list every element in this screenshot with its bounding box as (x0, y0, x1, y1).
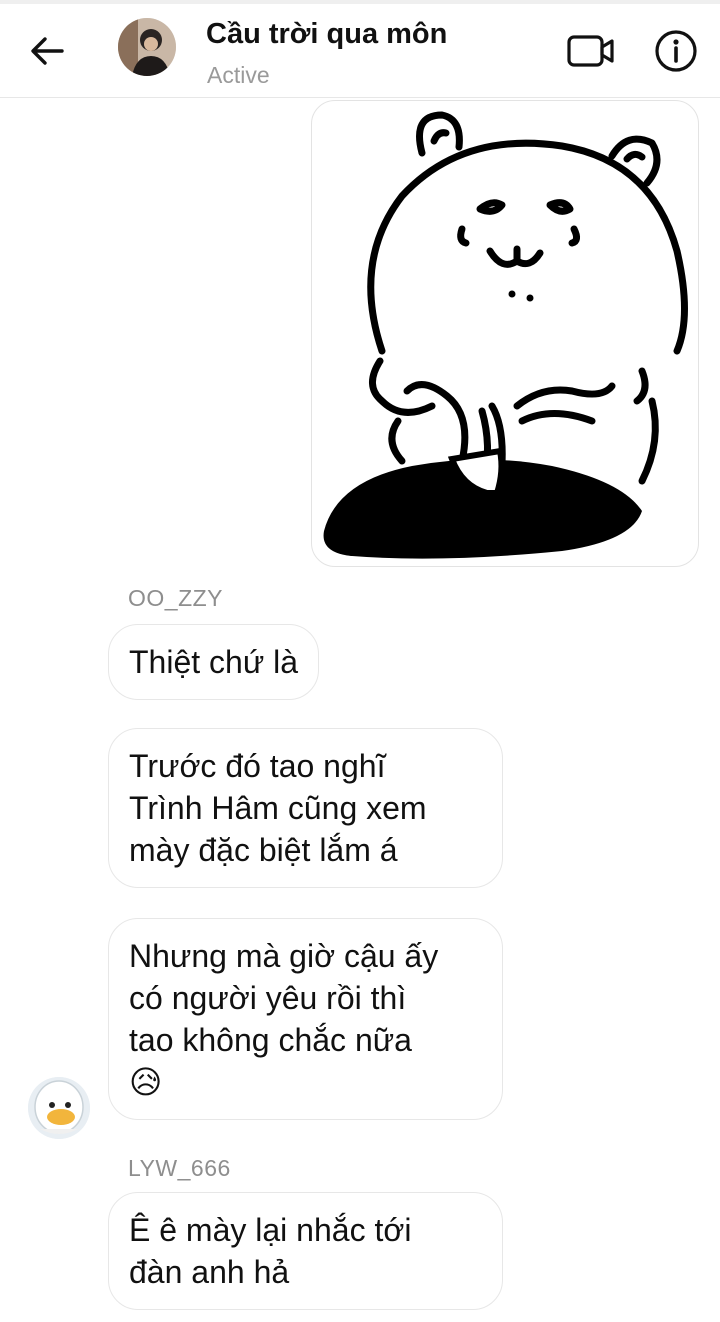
message-bubble[interactable]: Nhưng mà giờ cậu ấy có người yêu rồi thì… (108, 918, 503, 1120)
active-status: Active (207, 62, 270, 88)
message-text: Ê ê mày lại nhắc tới (129, 1212, 412, 1248)
message-text: Thiệt chứ là (129, 644, 299, 680)
message-text: có người yêu rồi thì (129, 980, 407, 1016)
message-text: mày đặc biệt lắm á (129, 832, 398, 868)
sender-name: LYW_666 (128, 1155, 231, 1181)
avatar[interactable] (118, 18, 176, 76)
info-icon[interactable] (653, 28, 699, 74)
chat-title[interactable]: Cầu trời qua môn (206, 18, 447, 51)
sender-name: OO_ZZY (128, 585, 224, 611)
emoji: 😥 (129, 1064, 163, 1100)
message-text: đàn anh hả (129, 1254, 290, 1290)
arrow-left-icon[interactable] (26, 30, 68, 72)
message-text: tao không chắc nữa (129, 1022, 412, 1058)
message-bubble[interactable]: Trước đó tao nghĩ Trình Hâm cũng xem mày… (108, 728, 503, 888)
message-text: Trước đó tao nghĩ (129, 748, 386, 784)
message-bubble[interactable]: Ê ê mày lại nhắc tới đàn anh hả (108, 1192, 503, 1310)
message-text: Nhưng mà giờ cậu ấy (129, 938, 439, 974)
bear-sticker[interactable] (311, 100, 699, 567)
video-camera-icon[interactable] (566, 30, 616, 72)
chat-header: Cầu trời qua môn Active (0, 4, 720, 98)
message-bubble[interactable]: Thiệt chứ là (108, 624, 320, 700)
avatar[interactable] (28, 1077, 90, 1139)
message-text: Trình Hâm cũng xem (129, 790, 427, 826)
